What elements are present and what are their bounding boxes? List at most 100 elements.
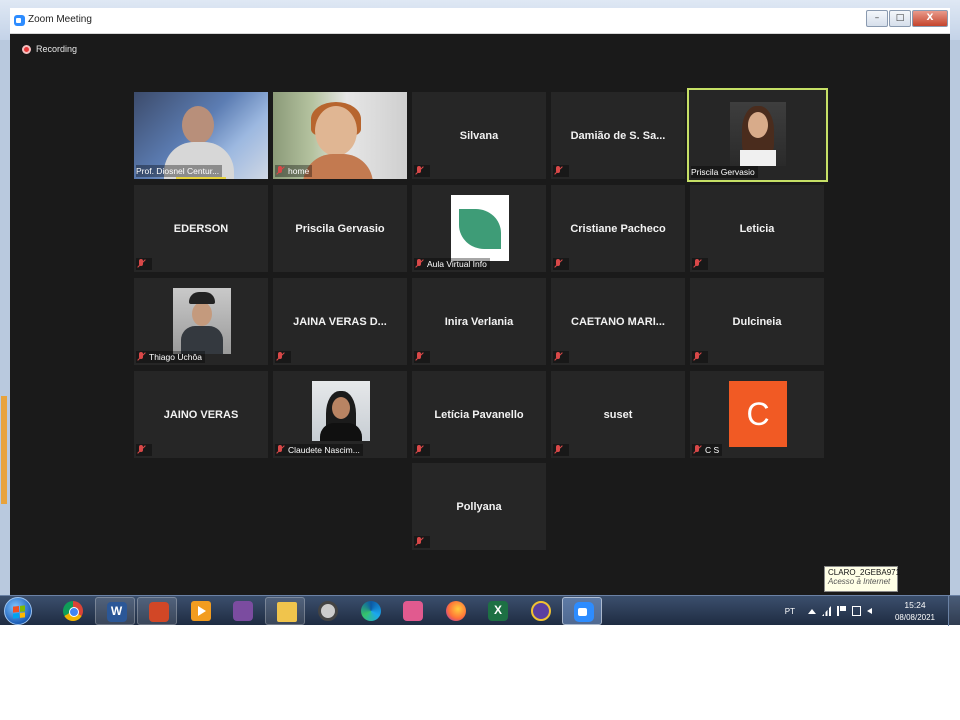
participant-label: home (275, 165, 313, 177)
firefox-taskbar-button[interactable] (435, 597, 475, 625)
participant-name: Silvana (459, 129, 499, 142)
action-center-flag-icon[interactable] (837, 606, 846, 616)
muted-mic-icon (414, 445, 424, 455)
volume-icon[interactable] (867, 606, 876, 616)
word-taskbar-button[interactable] (94, 597, 135, 625)
clock-time: 15:24 (904, 600, 926, 610)
participant-name: CAETANO MARI... (571, 315, 665, 328)
participant-name: suset (603, 408, 633, 421)
participant-label (553, 165, 569, 177)
edge-taskbar-button[interactable] (350, 597, 390, 625)
participant-label (692, 258, 708, 270)
taskbar: PT 15:24 08/08/2021 (0, 595, 960, 626)
chrome-taskbar-button[interactable] (52, 597, 92, 625)
windows-logo-icon (13, 605, 25, 619)
participant-label (414, 165, 430, 177)
word-icon (106, 602, 127, 622)
participant-tile[interactable]: Prof. Diosnel Centur... (134, 92, 268, 179)
minimize-button[interactable]: – (866, 10, 888, 27)
participant-tile[interactable]: JAINO VERAS (134, 371, 268, 458)
paint-taskbar-button[interactable] (392, 597, 432, 625)
security-icon (530, 601, 551, 621)
participant-tile[interactable]: Inira Verlania (412, 278, 546, 365)
participant-tile[interactable]: CAETANO MARI... (551, 278, 685, 365)
participant-photo (451, 195, 509, 261)
participant-tile[interactable]: JAINA VERAS D... (273, 278, 407, 365)
participant-label (553, 444, 569, 456)
clock-date: 08/08/2021 (894, 613, 936, 622)
participant-name: Priscila Gervasio (295, 222, 385, 235)
participant-tile[interactable]: Letícia Pavanello (412, 371, 546, 458)
start-button[interactable] (4, 597, 32, 625)
participant-tile[interactable]: Pollyana (412, 463, 546, 550)
signal-icon[interactable] (822, 606, 831, 616)
zoom-meeting-window: Zoom Meeting – □ X Recording Prof. Diosn… (10, 8, 950, 595)
muted-mic-icon (553, 445, 563, 455)
participant-name: Inira Verlania (444, 315, 514, 328)
participant-tile[interactable]: Thiago Uchôa (134, 278, 268, 365)
show-hidden-icons-icon[interactable] (807, 606, 816, 616)
media-player-taskbar-button[interactable] (307, 597, 347, 625)
file-explorer-taskbar-button[interactable] (264, 597, 305, 625)
participant-tile[interactable]: Silvana (412, 92, 546, 179)
muted-mic-icon (553, 352, 563, 362)
participant-tile-active-speaker[interactable]: Priscila Gervasio (687, 88, 828, 182)
media-player-icon (318, 601, 338, 621)
participant-tile[interactable]: Damião de S. Sa... (551, 92, 685, 179)
participant-name: Aula Virtual Info (427, 259, 487, 269)
window-controls: – □ X (865, 10, 948, 28)
participant-tile[interactable]: home (273, 92, 407, 179)
background-mark (1, 396, 7, 504)
leaf-logo-icon (459, 209, 501, 249)
firefox-icon (445, 601, 466, 621)
restore-button[interactable]: □ (889, 10, 911, 27)
participant-label (136, 444, 152, 456)
muted-mic-icon (136, 259, 146, 269)
participant-tile[interactable]: suset (551, 371, 685, 458)
participant-name: Dulcineia (732, 315, 782, 328)
onenote-icon (233, 601, 253, 621)
participant-name: home (288, 166, 310, 176)
edge-icon (360, 601, 381, 621)
participant-tile[interactable]: C C S (690, 371, 824, 458)
network-tooltip: CLARO_2GEBA971 Acesso à Internet (824, 566, 900, 592)
participant-tile[interactable]: Dulcineia (690, 278, 824, 365)
clock[interactable]: 15:24 08/08/2021 (886, 600, 944, 622)
powerpoint-taskbar-button[interactable] (137, 597, 177, 625)
participant-tile[interactable]: EDERSON (134, 185, 268, 272)
excel-taskbar-button[interactable] (477, 597, 517, 625)
participant-label (414, 444, 430, 456)
participant-tile[interactable]: Aula Virtual Info (412, 185, 546, 272)
network-icon[interactable] (852, 606, 861, 616)
muted-mic-icon (692, 259, 702, 269)
participant-name: Damião de S. Sa... (570, 129, 666, 142)
muted-mic-icon (136, 445, 146, 455)
security-taskbar-button[interactable] (520, 597, 560, 625)
participant-label: Claudete Nascim... (275, 444, 363, 456)
participant-name: Prof. Diosnel Centur... (136, 166, 220, 176)
participant-label: Prof. Diosnel Centur... (136, 165, 223, 177)
video-player-icon (190, 601, 211, 621)
muted-mic-icon (692, 352, 702, 362)
muted-mic-icon (136, 352, 146, 362)
participant-name: Thiago Uchôa (149, 352, 202, 362)
video-player-taskbar-button[interactable] (180, 597, 220, 625)
participant-name: Claudete Nascim... (288, 445, 360, 455)
show-desktop-button[interactable] (948, 596, 960, 626)
participant-tile[interactable]: Leticia (690, 185, 824, 272)
language-indicator[interactable]: PT (785, 607, 795, 616)
close-button[interactable]: X (912, 10, 948, 27)
participant-label: Aula Virtual Info (414, 258, 490, 270)
participant-label (692, 351, 708, 363)
powerpoint-icon (149, 602, 169, 622)
muted-mic-icon (414, 166, 424, 176)
participant-photo (730, 102, 786, 166)
onenote-taskbar-button[interactable] (222, 597, 262, 625)
participant-tile[interactable]: Cristiane Pacheco (551, 185, 685, 272)
participant-tile[interactable]: Priscila Gervasio (273, 185, 407, 272)
muted-mic-icon (414, 352, 424, 362)
zoom-taskbar-button[interactable] (562, 597, 602, 625)
participant-label: Thiago Uchôa (136, 351, 205, 363)
participant-tile[interactable]: Claudete Nascim... (273, 371, 407, 458)
recording-indicator[interactable]: Recording (22, 44, 77, 54)
